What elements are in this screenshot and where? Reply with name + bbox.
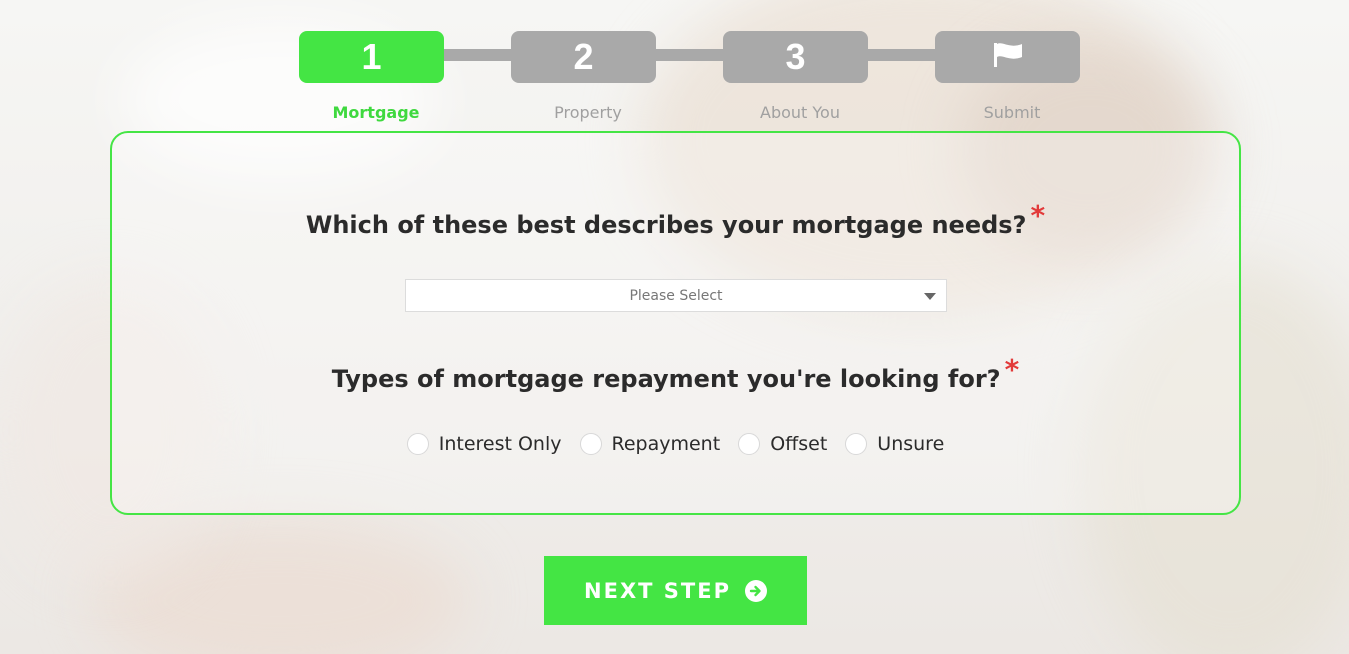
next-step-button[interactable]: NEXT STEP bbox=[544, 556, 807, 625]
radio-button[interactable] bbox=[406, 433, 429, 455]
step-label-submit: Submit bbox=[983, 103, 1041, 122]
arrow-right-circle-icon bbox=[744, 579, 767, 602]
radio-option-offset[interactable]: Offset bbox=[738, 433, 827, 455]
mortgage-form: Which of these best describes your mortg… bbox=[110, 131, 1241, 515]
step-submit[interactable] bbox=[935, 31, 1080, 83]
radio-label: Unsure bbox=[877, 433, 945, 455]
step-number: 3 bbox=[785, 36, 806, 77]
step-number: 1 bbox=[361, 36, 382, 77]
radio-option-unsure[interactable]: Unsure bbox=[845, 433, 944, 455]
repayment-radio-group: Interest Only Repayment Offset Unsure bbox=[112, 433, 1239, 455]
radio-label: Repayment bbox=[611, 433, 721, 455]
radio-button[interactable] bbox=[579, 433, 602, 455]
radio-button[interactable] bbox=[845, 433, 868, 455]
step-2-property[interactable]: 2 bbox=[511, 31, 656, 83]
next-step-label: NEXT STEP bbox=[584, 578, 731, 603]
step-label-about-you: About You bbox=[760, 103, 840, 122]
radio-label: Interest Only bbox=[438, 433, 562, 455]
required-marker: * bbox=[1030, 199, 1046, 232]
question-mortgage-needs: Which of these best describes your mortg… bbox=[112, 199, 1239, 240]
radio-label: Offset bbox=[770, 433, 828, 455]
radio-option-interest-only[interactable]: Interest Only bbox=[406, 433, 562, 455]
step-3-about-you[interactable]: 3 bbox=[723, 31, 868, 83]
progress-stepper: 1 2 3 Mortgage Property About You Submit bbox=[299, 31, 1080, 131]
radio-button[interactable] bbox=[738, 433, 761, 455]
select-value: Please Select bbox=[629, 287, 723, 304]
question-text: Types of mortgage repayment you're looki… bbox=[331, 365, 1001, 393]
step-1-mortgage[interactable]: 1 bbox=[299, 31, 444, 83]
mortgage-needs-select[interactable]: Please Select bbox=[405, 279, 947, 312]
chevron-down-icon bbox=[924, 293, 936, 300]
flag-icon bbox=[991, 36, 1025, 78]
question-repayment-type: Types of mortgage repayment you're looki… bbox=[112, 353, 1239, 394]
step-label-mortgage: Mortgage bbox=[332, 103, 420, 122]
step-number: 2 bbox=[573, 36, 594, 77]
required-marker: * bbox=[1004, 353, 1020, 386]
radio-option-repayment[interactable]: Repayment bbox=[579, 433, 721, 455]
step-label-property: Property bbox=[554, 103, 622, 122]
question-text: Which of these best describes your mortg… bbox=[305, 211, 1027, 239]
